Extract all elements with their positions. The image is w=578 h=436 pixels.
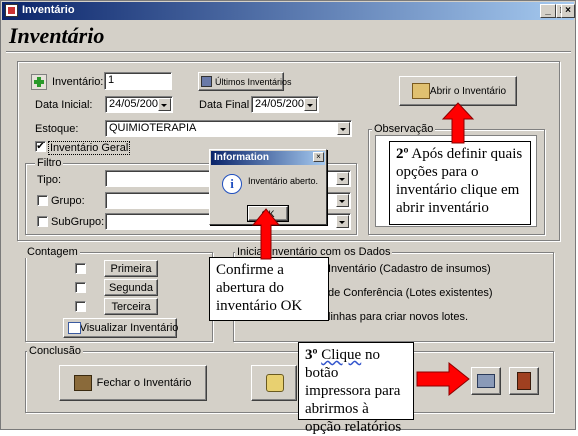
terceira-button[interactable]: Terceira (104, 298, 158, 315)
segunda-button[interactable]: Segunda (104, 279, 158, 296)
desk-icon (74, 375, 92, 391)
arrow-right-to-print (416, 361, 470, 397)
grupo-checkbox[interactable] (37, 195, 48, 206)
subgrupo-checkbox[interactable] (37, 216, 48, 227)
print-button[interactable] (471, 367, 501, 395)
close-button[interactable]: × (561, 4, 575, 18)
conclusao-label: Conclusão (27, 345, 83, 357)
abrir-inventario-label: Abrir o Inventário (429, 85, 507, 97)
printer-small-icon (201, 76, 212, 87)
annotation-step2-text: Após definir quais opções para o inventá… (396, 146, 523, 216)
calendar-icon (68, 322, 81, 334)
iniciar-option-2[interactable]: de Conferência (Lotes existentes) (328, 287, 492, 299)
data-inicial-label: Data Inicial: (35, 99, 93, 111)
main-window: Inventário _ □ × Inventário Inventário: … (0, 0, 576, 435)
fechar-inventario-button[interactable]: Fechar o Inventário (59, 365, 207, 401)
estoque-label: Estoque: (35, 123, 79, 135)
annotation-step2: 2º Após definir quais opções para o inve… (389, 141, 531, 225)
inventario-input[interactable]: 1 (104, 72, 172, 90)
exit-button[interactable] (509, 367, 539, 395)
primeira-button[interactable]: Primeira (104, 260, 158, 277)
dialog-title[interactable]: Information (211, 151, 325, 165)
inventario-geral-checkbox[interactable]: ✔ (35, 141, 46, 152)
chevron-down-icon[interactable] (304, 98, 317, 111)
iniciar-option-1[interactable]: Inventário (Cadastro de insumos) (328, 263, 491, 275)
contagem-label: Contagem (25, 246, 80, 258)
iniciar-option-3[interactable]: linhas para criar novos lotes. (328, 311, 468, 323)
subgrupo-label: SubGrupo: (51, 216, 105, 228)
dialog-message: Inventário aberto. (248, 176, 319, 186)
app-icon (5, 4, 18, 17)
page-title: Inventário (9, 23, 105, 48)
estoque-select[interactable]: QUIMIOTERAPIA (105, 120, 352, 137)
chevron-down-icon[interactable] (336, 194, 349, 207)
title-divider (6, 51, 571, 53)
data-final-value: 24/05/2006 (255, 98, 311, 110)
dialog-close-button[interactable]: × (313, 152, 324, 162)
add-icon[interactable] (31, 74, 47, 90)
info-icon: i (222, 174, 242, 194)
chevron-down-icon[interactable] (337, 122, 350, 135)
data-inicial-picker[interactable]: 24/05/2006 (105, 96, 173, 113)
annotation-step3-word: Clique (321, 347, 362, 363)
door-icon (517, 372, 531, 390)
visualizar-inventario-button[interactable]: Visualizar Inventário (63, 318, 179, 338)
ultimos-inventarios-label: Últimos Inventários (215, 76, 292, 87)
data-final-label: Data Final (199, 99, 250, 111)
folder-icon (412, 83, 430, 99)
window-title: Inventário (22, 4, 75, 16)
minimize-button[interactable]: _ (540, 4, 556, 18)
chevron-down-icon[interactable] (158, 98, 171, 111)
data-final-picker[interactable]: 24/05/2006 (251, 96, 319, 113)
chevron-down-icon[interactable] (336, 172, 349, 185)
primeira-checkbox[interactable] (75, 263, 86, 274)
observacao-label: Observação (372, 123, 436, 135)
visualizar-inventario-label: Visualizar Inventário (79, 322, 179, 334)
title-bar[interactable]: Inventário _ □ (2, 2, 574, 20)
report-icon (266, 374, 284, 392)
printer-icon (477, 374, 495, 388)
annotation-step3-lead: 3º (305, 347, 318, 363)
inventario-label: Inventário: (52, 76, 104, 88)
terceira-checkbox[interactable] (75, 301, 86, 312)
tipo-label: Tipo: (37, 174, 62, 186)
segunda-checkbox[interactable] (75, 282, 86, 293)
fechar-inventario-label: Fechar o Inventário (96, 377, 192, 389)
chevron-down-icon[interactable] (336, 215, 349, 228)
filtro-label: Filtro (35, 157, 64, 169)
ultimos-inventarios-button[interactable]: Últimos Inventários (198, 72, 292, 91)
data-inicial-value: 24/05/2006 (109, 98, 165, 110)
arrow-up-to-abrir (441, 102, 475, 144)
arrow-up-to-ok (251, 208, 281, 260)
annotation-step3: 3º Clique no botão impressora para abrir… (298, 342, 414, 435)
report-button[interactable] (251, 365, 297, 401)
annotation-confirm: Confirme a abertura do inventário OK (209, 257, 329, 321)
annotation-step2-lead: 2º (396, 146, 409, 162)
estoque-value: QUIMIOTERAPIA (109, 122, 197, 134)
inventario-geral-label: Inventário Geral (48, 141, 131, 155)
grupo-label: Grupo: (51, 195, 85, 207)
